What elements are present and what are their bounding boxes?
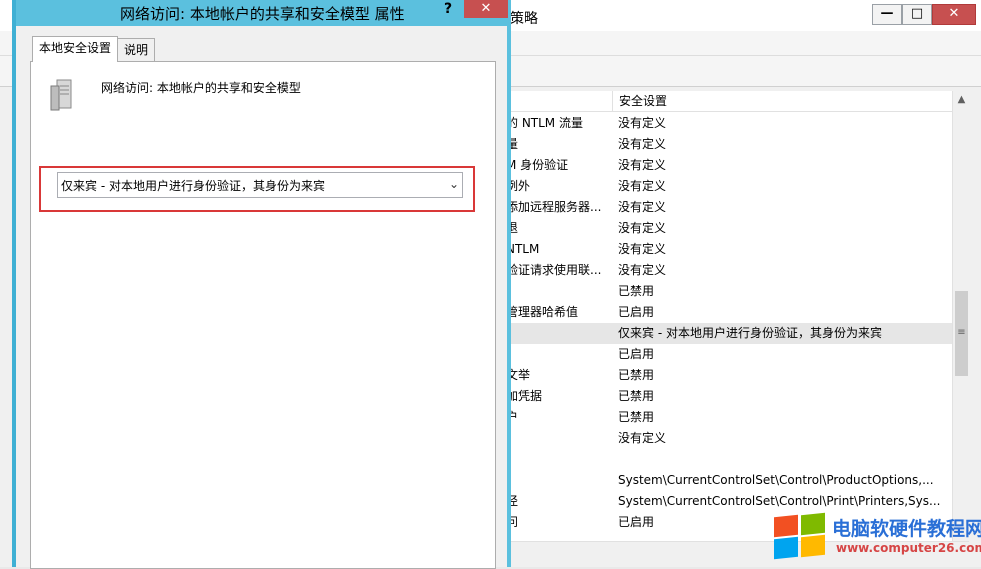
list-row[interactable]: 仅来宾 - 对本地用户进行身份验证，其身份为来宾 bbox=[500, 323, 952, 344]
scroll-up-icon[interactable]: ▲ bbox=[953, 91, 970, 108]
security-setting-cell: 没有定义 bbox=[618, 221, 667, 235]
security-setting-cell: System\CurrentControlSet\Control\Print\P… bbox=[618, 494, 941, 508]
scroll-grip-icon: ≡ bbox=[957, 327, 966, 338]
windows-logo-icon bbox=[774, 512, 828, 560]
watermark-url: www.computer26.com bbox=[836, 541, 981, 555]
security-setting-cell: 没有定义 bbox=[618, 158, 667, 172]
list-header: 安全设置 bbox=[500, 91, 952, 112]
security-setting-cell: 没有定义 bbox=[618, 179, 667, 193]
policy-name-cell: NTLM bbox=[506, 242, 540, 256]
security-setting-cell: 没有定义 bbox=[618, 242, 667, 256]
security-setting-cell: System\CurrentControlSet\Control\Product… bbox=[618, 473, 934, 487]
policy-name-cell: 验证请求使用联... bbox=[506, 263, 602, 277]
sharing-model-select[interactable]: 仅来宾 - 对本地用户进行身份验证，其身份为来宾 ⌄ bbox=[57, 172, 463, 198]
vertical-scrollbar[interactable]: ▲ ≡ bbox=[952, 91, 970, 541]
watermark-title: 电脑软硬件教程网 bbox=[832, 518, 981, 540]
tab-panel: 网络访问: 本地帐户的共享和安全模型 仅来宾 - 对本地用户进行身份验证，其身份… bbox=[30, 61, 496, 569]
maximize-button[interactable]: □ bbox=[902, 4, 932, 25]
dialog-body: 本地安全设置 说明 网络访问: 本地帐户的共享和安全模型 仅来宾 - 对本地用户… bbox=[16, 26, 507, 569]
policy-name-label: 网络访问: 本地帐户的共享和安全模型 bbox=[101, 81, 301, 95]
security-setting-cell: 没有定义 bbox=[618, 263, 667, 277]
list-row[interactable]: NTLM 没有定义 bbox=[500, 239, 952, 260]
list-row[interactable]: System\CurrentControlSet\Control\Product… bbox=[500, 470, 952, 491]
minimize-button[interactable]: — bbox=[872, 4, 902, 25]
list-row[interactable]: 加凭据 已禁用 bbox=[500, 386, 952, 407]
security-setting-cell: 已启用 bbox=[618, 347, 655, 361]
tab-local-security-setting[interactable]: 本地安全设置 bbox=[32, 36, 119, 62]
list-row[interactable]: 的 NTLM 流量 没有定义 bbox=[500, 113, 952, 134]
list-row[interactable]: 量没有定义 bbox=[500, 134, 952, 155]
policy-list: 安全设置 的 NTLM 流量 没有定义量没有定义 M 身份验证 没有定义 例外 没有定义添… bbox=[500, 91, 952, 541]
security-setting-cell: 没有定义 bbox=[618, 431, 667, 445]
security-setting-cell: 没有定义 bbox=[618, 200, 667, 214]
list-row[interactable]: 例外 没有定义 bbox=[500, 176, 952, 197]
help-button[interactable]: ? bbox=[434, 0, 462, 18]
list-row[interactable]: 文举 已禁用 bbox=[500, 365, 952, 386]
security-setting-cell: 已启用 bbox=[618, 515, 655, 529]
security-setting-cell: 仅来宾 - 对本地用户进行身份验证，其身份为来宾 bbox=[618, 326, 882, 340]
close-button[interactable]: ✕ bbox=[932, 4, 976, 25]
list-row[interactable] bbox=[500, 449, 952, 470]
list-row[interactable]: 户已禁用 bbox=[500, 407, 952, 428]
policy-name-cell: M 身份验证 bbox=[506, 158, 569, 172]
list-row[interactable]: 已禁用 bbox=[500, 281, 952, 302]
security-setting-cell: 已禁用 bbox=[618, 284, 655, 298]
policy-name-cell: 添加远程服务器... bbox=[506, 200, 602, 214]
policy-name-cell: 的 NTLM 流量 bbox=[506, 116, 583, 130]
policy-name-cell: 加凭据 bbox=[506, 389, 543, 403]
watermark: 电脑软硬件教程网 www.computer26.com bbox=[774, 512, 981, 560]
security-setting-cell: 已禁用 bbox=[618, 389, 655, 403]
properties-dialog: 网络访问: 本地帐户的共享和安全模型 属性 ? ✕ 本地安全设置 说明 网络访问… bbox=[12, 0, 511, 569]
security-setting-cell: 已禁用 bbox=[618, 410, 655, 424]
policy-name-cell: 管理器哈希值 bbox=[506, 305, 579, 319]
chevron-down-icon[interactable]: ⌄ bbox=[449, 177, 459, 191]
dialog-title: 网络访问: 本地帐户的共享和安全模型 属性 bbox=[120, 5, 405, 23]
select-value: 仅来宾 - 对本地用户进行身份验证，其身份为来宾 bbox=[61, 179, 325, 193]
list-row[interactable]: 添加远程服务器... 没有定义 bbox=[500, 197, 952, 218]
list-row[interactable]: 已启用 bbox=[500, 344, 952, 365]
dialog-close-button[interactable]: ✕ bbox=[464, 0, 508, 18]
list-row[interactable]: 径 System\CurrentControlSet\Control\Print\… bbox=[500, 491, 952, 512]
security-setting-cell: 没有定义 bbox=[618, 137, 667, 151]
tab-explain[interactable]: 说明 bbox=[117, 38, 156, 61]
list-row[interactable]: M 身份验证 没有定义 bbox=[500, 155, 952, 176]
secpol-title: 策略 bbox=[510, 11, 538, 27]
list-row[interactable]: 退没有定义 bbox=[500, 218, 952, 239]
list-row[interactable]: 验证请求使用联... 没有定义 bbox=[500, 260, 952, 281]
column-header-security-setting[interactable]: 安全设置 bbox=[612, 91, 667, 111]
security-setting-cell: 没有定义 bbox=[618, 116, 667, 130]
list-row[interactable]: 没有定义 bbox=[500, 428, 952, 449]
server-icon bbox=[50, 79, 72, 111]
security-setting-cell: 已禁用 bbox=[618, 368, 655, 382]
security-setting-cell: 已启用 bbox=[618, 305, 655, 319]
list-row[interactable]: 管理器哈希值 已启用 bbox=[500, 302, 952, 323]
